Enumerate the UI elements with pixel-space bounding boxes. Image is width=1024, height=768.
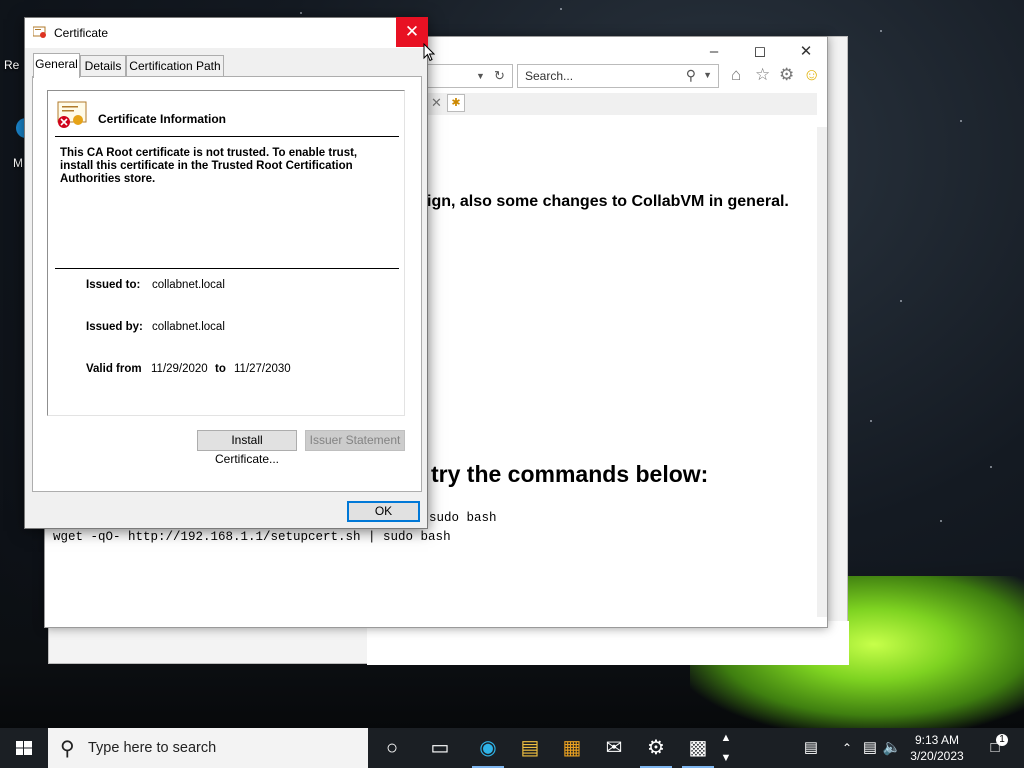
valid-from-label: Valid from [86,363,142,375]
tab-certification-path[interactable]: Certification Path [126,55,224,77]
desktop-icon-recycle-bin[interactable]: Re [4,58,19,72]
dialog-titlebar: Certificate [25,18,427,48]
microsoft-store-icon[interactable]: ▦ [548,728,596,768]
gear-icon[interactable]: ⚙ [779,65,794,85]
issuer-statement-button[interactable]: Issuer Statement [305,430,405,451]
search-icon[interactable]: ⚲ [686,67,696,84]
cortana-icon[interactable]: ○ [368,728,416,768]
home-icon[interactable]: ⌂ [731,65,741,85]
minimize-button[interactable]: – [691,41,737,63]
new-tab-icon[interactable]: ✱ [447,94,465,112]
command-line-1: sudo bash [429,511,497,525]
file-explorer-icon[interactable]: ▤ [506,728,554,768]
browser-search-box[interactable]: Search... ⚲ ▼ [517,64,719,88]
search-icon: ⚲ [60,738,75,760]
tab-close-icon[interactable]: ✕ [431,95,442,111]
page-scrollbar[interactable] [817,127,827,617]
tab-label: Details [84,59,122,73]
tab-label: General [35,57,78,71]
search-placeholder: Search... [525,69,574,83]
certificate-app-icon [33,26,46,38]
desktop-icon-label: Re [4,58,20,72]
show-hidden-icons-chevron-icon[interactable]: ⌃ [838,728,856,768]
issued-to-value: collabnet.local [152,279,225,291]
tab-details[interactable]: Details [80,55,126,77]
address-dropdown-icon[interactable]: ▼ [476,71,485,81]
desktop-icon-label: M [13,156,23,170]
news-widget-icon[interactable]: ▤ [796,728,826,768]
issued-by-value: collabnet.local [152,321,225,333]
valid-to-label: to [215,363,226,375]
valid-to-value: 11/27/2030 [234,363,291,375]
task-view-icon[interactable]: ▭ [416,728,464,768]
close-icon: ✕ [404,22,420,41]
clock-time: 9:13 AM [914,733,960,747]
certificate-dialog: Certificate ✕ General Details Certificat… [24,17,428,529]
mouse-cursor-icon [423,43,435,62]
ok-button[interactable]: OK [347,501,420,522]
notifications-icon[interactable]: □ 1 [980,728,1010,768]
valid-from-value: 11/29/2020 [151,363,208,375]
settings-gear-icon[interactable]: ⚙ [632,728,680,768]
page-subheading: try the commands below: [431,461,709,487]
address-bar[interactable]: ▼ ↻ [427,64,513,88]
divider [55,268,399,269]
tab-strip: ✕ ✱ [427,93,817,115]
favorites-star-icon[interactable]: ☆ [755,65,770,85]
smiley-feedback-icon[interactable]: ☺ [803,65,820,85]
clock-date: 3/20/2023 [910,749,964,763]
issued-to-label: Issued to: [86,279,141,291]
taskbar-scroll-arrows[interactable]: ▲ ▼ [716,728,736,768]
network-icon[interactable]: ▤ [860,728,880,768]
notification-count-badge: 1 [996,734,1008,746]
certificate-info-title: Certificate Information [98,112,227,126]
certificate-app-taskbar-icon[interactable]: ▩ [674,728,722,768]
refresh-icon[interactable]: ↻ [494,68,505,84]
install-certificate-button[interactable]: Install Certificate... [197,430,297,466]
divider [55,136,399,137]
maximize-button[interactable]: ◻ [737,41,783,63]
certificate-info-box: Certificate Information This CA Root cer… [47,90,405,416]
taskbar-clock[interactable]: 9:13 AM 3/20/2023 [902,732,972,764]
tab-general[interactable]: General [33,53,80,78]
taskbar: ⚲ Type here to search ○ ▭ ◉ ▤ ▦ ✉ ⚙ ▩ ▲ ▼… [0,728,1024,768]
untrusted-certificate-icon [57,101,87,128]
windows-logo-icon [16,741,32,755]
issued-by-label: Issued by: [86,321,143,333]
dialog-title: Certificate [54,26,109,40]
volume-muted-icon[interactable]: 🔈 [882,728,902,768]
tab-label: Certification Path [129,59,221,73]
mail-icon[interactable]: ✉ [590,728,638,768]
edge-browser-icon[interactable]: ◉ [464,728,512,768]
close-button[interactable]: ✕ [783,41,829,63]
taskbar-search-placeholder: Type here to search [88,740,217,756]
general-tab-panel: Certificate Information This CA Root cer… [32,76,422,492]
start-button[interactable] [0,728,48,768]
search-dropdown-icon[interactable]: ▼ [703,70,712,80]
taskbar-search-box[interactable]: ⚲ Type here to search [48,728,368,768]
command-line-2: wget -qO- http://192.168.1.1/setupcert.s… [53,530,451,544]
page-headline: ign, also some changes to CollabVM in ge… [427,193,789,210]
trust-warning-text: This CA Root certificate is not trusted.… [60,147,358,185]
